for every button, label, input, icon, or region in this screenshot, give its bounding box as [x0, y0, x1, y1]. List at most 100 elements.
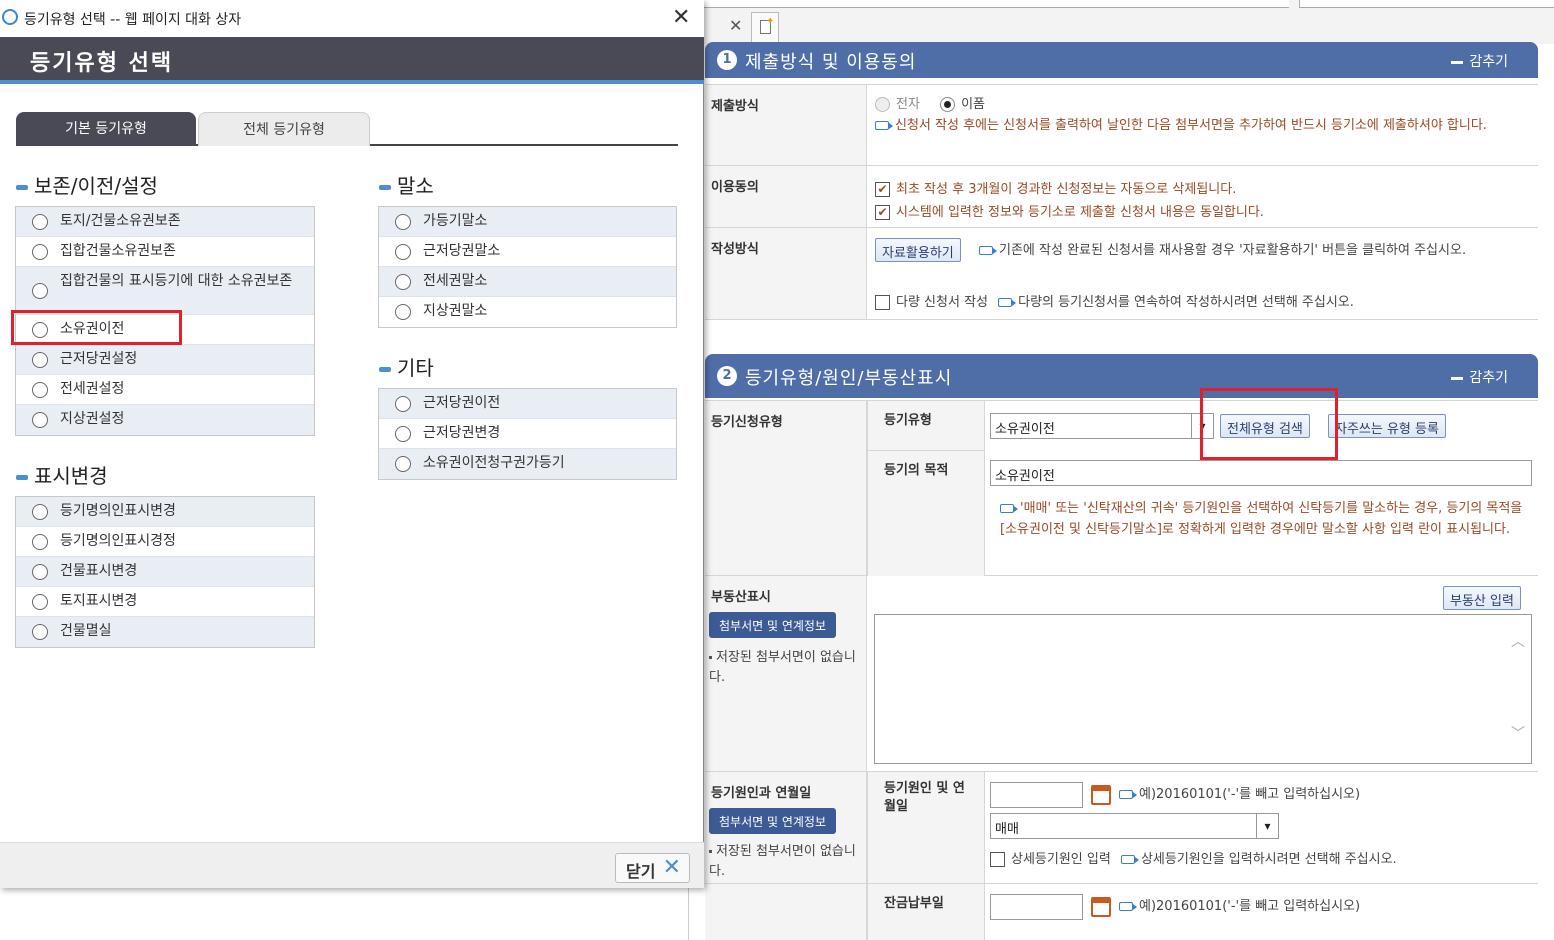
section2-title: 등기유형/원인/부동산표시 — [745, 368, 953, 389]
option-label: 전세권설정 — [60, 381, 125, 397]
favorite-type-button[interactable]: 자주쓰는 유형 등록 — [1328, 414, 1446, 438]
radio-icon[interactable] — [395, 395, 411, 412]
scroll-down-icon[interactable]: ﹀ — [1511, 723, 1525, 743]
consent-item-2: ✔ 시스템에 입력한 정보와 등기소로 제출할 신청서 내용은 동일합니다. — [875, 201, 1264, 220]
multi-write-checkbox[interactable] — [875, 295, 890, 310]
type-select[interactable]: 소유권이전 ▾ — [990, 413, 1214, 439]
radio-icon[interactable] — [395, 213, 411, 230]
apply-type-label: 등기신청유형 — [705, 401, 867, 575]
dialog-close-icon[interactable]: ✕ — [672, 5, 690, 30]
option-transfer-claim-provisional[interactable]: 소유권이전청구권가등기 — [379, 449, 676, 479]
attach-link-button[interactable]: 첨부서면 및 연계정보 — [709, 612, 836, 638]
tab-basic-types[interactable]: 기본 등기유형 — [16, 112, 196, 146]
submit-method-options: 전자 이폼 — [875, 93, 985, 112]
option-label: 토지표시변경 — [60, 593, 138, 609]
new-tab-button[interactable]: ✦ — [751, 12, 779, 42]
option-building-display-change[interactable]: 건물표시변경 — [16, 557, 314, 587]
option-holder-display-correction[interactable]: 등기명의인표시경정 — [16, 527, 314, 557]
option-superficies-cancel[interactable]: 지상권말소 — [379, 297, 676, 327]
purpose-note-text: '매매' 또는 '신탁재산의 귀속' 등기원인을 선택하여 신탁등기를 말소하는… — [1000, 501, 1523, 537]
radio-icon[interactable] — [395, 304, 411, 320]
radio-icon[interactable] — [32, 243, 48, 260]
radio-eform[interactable] — [940, 97, 956, 112]
option-collective-display-preservation[interactable]: 집합건물의 표시등기에 대한 소유권보존 — [16, 267, 314, 315]
no-attach-note: 저장된 첨부서면이 없습니다. — [709, 648, 859, 688]
option-mortgage-setting[interactable]: 근저당권설정 — [16, 345, 314, 375]
cause-date-input[interactable] — [990, 782, 1083, 808]
calendar-icon[interactable] — [1091, 897, 1111, 917]
option-building-demolition[interactable]: 건물멸실 — [16, 617, 314, 647]
option-land-building-preservation[interactable]: 토지/건물소유권보존 — [16, 207, 314, 237]
address-bar[interactable] — [689, 0, 1289, 8]
option-label: 건물멸실 — [60, 623, 112, 639]
option-superficies-setting[interactable]: 지상권설정 — [16, 405, 314, 435]
apply-type-row: 등기신청유형 등기유형 소유권이전 ▾ 전체유형 검색 자주쓰는 유형 등록 등… — [705, 400, 1538, 576]
cause-row: 등기원인과 연월일 첨부서면 및 연계정보 저장된 첨부서면이 없습니다. 등기… — [705, 772, 1538, 884]
multi-write-option: 다량 신청서 작성 다량의 등기신청서를 연속하여 작성하시려면 선택해 주십시… — [875, 291, 1354, 310]
dialog-close-button[interactable]: 닫기 ✕ — [615, 853, 690, 883]
tab-all-types[interactable]: 전체 등기유형 — [198, 112, 370, 146]
consent-row: 이용동의 ✔ 최초 작성 후 3개월이 경과한 신청정보는 자동으로 삭제됩니다.… — [705, 166, 1538, 228]
radio-icon[interactable] — [395, 273, 411, 290]
radio-icon[interactable] — [395, 425, 411, 442]
radio-icon[interactable] — [32, 503, 48, 520]
search-bar[interactable] — [1299, 0, 1554, 8]
section2-hide-toggle[interactable]: 감추기 — [1451, 367, 1508, 387]
option-holder-display-change[interactable]: 등기명의인표시변경 — [16, 497, 314, 527]
group-marker-icon — [16, 475, 28, 480]
cause-attach-link-button[interactable]: 첨부서면 및 연계정보 — [709, 808, 836, 834]
consent-checkbox-1[interactable]: ✔ — [875, 182, 890, 197]
radio-icon[interactable] — [32, 351, 48, 368]
radio-icon[interactable] — [395, 456, 411, 472]
option-lease-cancel[interactable]: 전세권말소 — [379, 267, 676, 297]
radio-icon[interactable] — [32, 593, 48, 610]
radio-icon[interactable] — [32, 381, 48, 398]
radio-icon[interactable] — [395, 243, 411, 260]
cause-date-hint-text: 예)20160101('-'를 빼고 입력하십시오) — [1139, 787, 1361, 802]
radio-icon[interactable] — [32, 282, 48, 299]
property-textarea[interactable]: ︿ ﹀ — [874, 614, 1532, 764]
close-tab-icon[interactable]: ✕ — [729, 16, 742, 35]
section2-hide-label: 감추기 — [1469, 370, 1508, 386]
calendar-icon[interactable] — [1091, 785, 1111, 805]
detail-cause-checkbox[interactable] — [990, 852, 1005, 867]
option-list-other: 근저당권이전 근저당권변경 소유권이전청구권가등기 — [378, 388, 677, 480]
hint-icon — [1119, 790, 1137, 799]
type-label: 등기유형 — [867, 401, 985, 451]
write-method-label: 작성방식 — [705, 228, 867, 319]
option-lease-setting[interactable]: 전세권설정 — [16, 375, 314, 405]
option-label: 토지/건물소유권보존 — [60, 213, 181, 229]
radio-icon[interactable] — [32, 624, 48, 640]
property-input-button[interactable]: 부동산 입력 — [1443, 586, 1521, 610]
option-mortgage-cancel[interactable]: 근저당권말소 — [379, 237, 676, 267]
section1-hide-toggle[interactable]: 감추기 — [1451, 51, 1508, 71]
option-mortgage-transfer[interactable]: 근저당권이전 — [379, 389, 676, 419]
highlight-ownership-transfer — [11, 310, 182, 345]
radio-icon[interactable] — [32, 563, 48, 580]
consent-label: 이용동의 — [705, 166, 867, 227]
option-land-display-change[interactable]: 토지표시변경 — [16, 587, 314, 617]
radio-electronic[interactable] — [875, 97, 890, 112]
option-collective-building-preservation[interactable]: 집합건물소유권보존 — [16, 237, 314, 267]
write-method-row: 작성방식 자료활용하기 기존에 작성 완료된 신청서를 재사용할 경우 '자료활… — [705, 228, 1538, 320]
group-title-preserve-text: 보존/이전/설정 — [34, 174, 158, 198]
section2-header: 2 등기유형/원인/부동산표시 감추기 — [705, 354, 1538, 398]
radio-icon[interactable] — [32, 412, 48, 428]
option-label: 지상권말소 — [423, 303, 488, 319]
cause-no-attach-note: 저장된 첨부서면이 없습니다. — [709, 842, 859, 882]
cause-select[interactable]: 매매 ▾ — [990, 813, 1279, 839]
purpose-label: 등기의 목적 — [867, 451, 985, 576]
option-provisional-cancel[interactable]: 가등기말소 — [379, 207, 676, 237]
purpose-input[interactable]: 소유권이전 — [990, 460, 1532, 486]
dialog-close-label: 닫기 — [626, 862, 656, 881]
dialog-window-title: 등기유형 선택 -- 웹 페이지 대화 상자 — [24, 12, 242, 28]
balance-date-input[interactable] — [990, 894, 1083, 920]
submit-method-label: 제출방식 — [705, 85, 867, 165]
dialog-tabs: 기본 등기유형 전체 등기유형 — [16, 112, 678, 146]
consent-checkbox-2[interactable]: ✔ — [875, 205, 890, 220]
radio-icon[interactable] — [32, 213, 48, 230]
radio-icon[interactable] — [32, 533, 48, 550]
type-select-value: 소유권이전 — [995, 422, 1055, 437]
option-mortgage-change[interactable]: 근저당권변경 — [379, 419, 676, 449]
scroll-up-icon[interactable]: ︿ — [1511, 631, 1525, 651]
